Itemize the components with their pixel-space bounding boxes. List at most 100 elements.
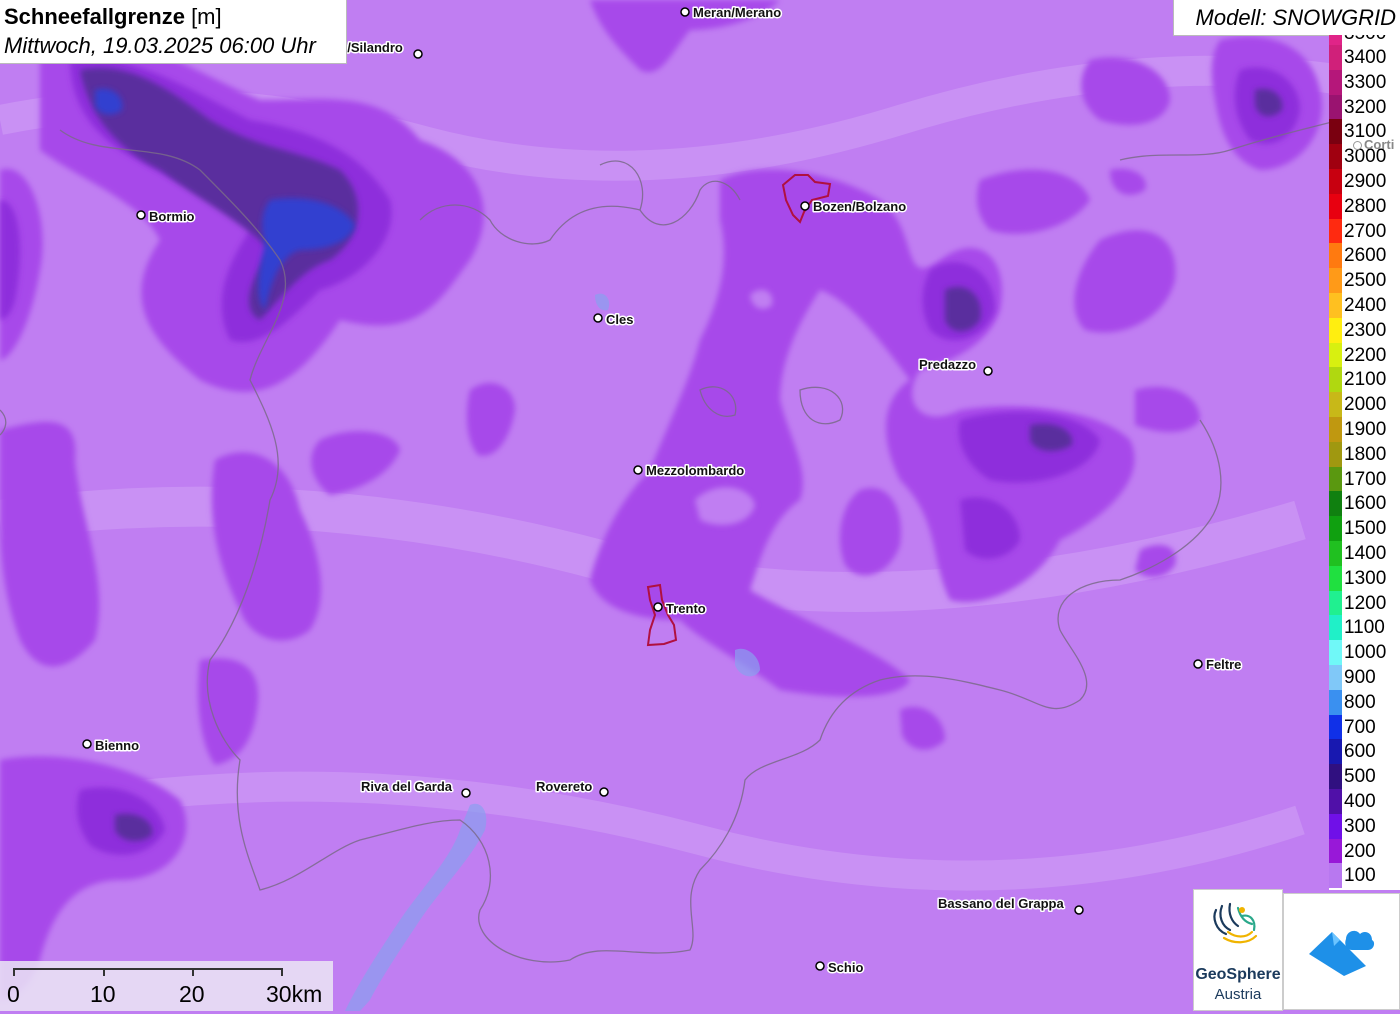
geosphere-logo[interactable]: GeoSphere Austria <box>1193 889 1283 1011</box>
legend-swatch <box>1329 416 1342 442</box>
place-label-mezzolombardo: Mezzolombardo <box>646 463 744 478</box>
legend-row: 2900 <box>1329 168 1400 194</box>
legend-swatch <box>1329 664 1342 690</box>
legend-row: 2600 <box>1329 243 1400 269</box>
title-bold: Schneefallgrenze <box>4 4 185 29</box>
place-label-corti: Corti <box>1364 137 1395 152</box>
legend-label: 500 <box>1344 766 1376 788</box>
legend-row: 1100 <box>1329 615 1400 641</box>
legend-swatch <box>1329 119 1342 145</box>
legend-row: 1000 <box>1329 640 1400 665</box>
legend-swatch <box>1329 268 1342 293</box>
legend-swatch <box>1329 516 1342 541</box>
legend-swatch <box>1329 168 1342 194</box>
legend-label: 600 <box>1344 741 1376 763</box>
legend-label: 1500 <box>1344 518 1387 540</box>
legend-row: 1800 <box>1329 441 1400 467</box>
place-label-bassano: Bassano del Grappa <box>938 896 1064 911</box>
geosphere-text: GeoSphere <box>1195 966 1281 983</box>
legend-label: 3400 <box>1344 47 1387 68</box>
place-label-cles: Cles <box>606 312 633 327</box>
legend-row: 800 <box>1329 689 1400 715</box>
legend-label: 1100 <box>1344 617 1385 639</box>
legend-swatch <box>1329 813 1342 839</box>
legend-label: 200 <box>1344 840 1376 862</box>
legend-row: 500 <box>1329 764 1400 789</box>
legend-label: 2000 <box>1344 394 1387 416</box>
place-label-trento: Trento <box>666 601 706 616</box>
place-label-schio: Schio <box>828 960 863 975</box>
legend-swatch <box>1329 69 1342 95</box>
legend-label: 2200 <box>1344 344 1387 366</box>
title-panel: Schneefallgrenze [m] Mittwoch, 19.03.202… <box>0 0 347 64</box>
legend-row: 2000 <box>1329 392 1400 417</box>
legend-swatch <box>1329 466 1342 492</box>
legend-label: 1900 <box>1344 418 1387 440</box>
legend-row: 1600 <box>1329 491 1400 517</box>
legend-row: 2100 <box>1329 367 1400 393</box>
legend-label: 2900 <box>1344 170 1387 192</box>
place-corti: Corti <box>1353 137 1394 152</box>
scale-line <box>14 968 283 970</box>
legend-row: 200 <box>1329 838 1400 864</box>
legend-row: 1300 <box>1329 565 1400 591</box>
legend-label: 800 <box>1344 691 1376 713</box>
legend-row: 1700 <box>1329 466 1400 492</box>
place-label-bozen: Bozen/Bolzano <box>813 199 906 214</box>
legend-label: 2300 <box>1344 319 1387 341</box>
legend-label: 2100 <box>1344 369 1387 391</box>
legend-label: 3300 <box>1344 71 1387 93</box>
legend-label: 1700 <box>1344 468 1387 490</box>
legend-swatch <box>1329 45 1342 70</box>
legend-swatch <box>1329 292 1342 318</box>
snowfall-limit-map[interactable]: Meran/Merano s/Silandro Bormio Bozen/Bol… <box>0 0 1400 1011</box>
place-label-predazzo: Predazzo <box>919 357 976 372</box>
place-label-rovereto: Rovereto <box>536 779 592 794</box>
legend-swatch <box>1329 640 1342 665</box>
legend-swatch <box>1329 739 1342 765</box>
legend-label: 1300 <box>1344 567 1387 589</box>
color-legend: 3500 34003300320031003000290028002700260… <box>1329 35 1400 890</box>
legend-row: 600 <box>1329 739 1400 765</box>
place-marker <box>1353 141 1362 151</box>
snowgrid-logo[interactable] <box>1283 893 1400 1010</box>
legend-swatch <box>1329 540 1342 566</box>
legend-swatch <box>1329 863 1342 889</box>
mountain-cloud-icon <box>1309 930 1375 976</box>
legend-row: 1900 <box>1329 416 1400 442</box>
legend-row: 100 <box>1329 863 1400 889</box>
legend-label: 300 <box>1344 815 1376 837</box>
scale-tick <box>281 968 283 976</box>
place-label-silandro: s/Silandro <box>340 40 403 55</box>
legend-swatch <box>1329 565 1342 591</box>
legend-row: 2400 <box>1329 292 1400 318</box>
place-meran[interactable]: Meran/Merano <box>680 4 783 22</box>
geosphere-icon <box>1213 902 1258 944</box>
legend-row: 3400 <box>1329 45 1400 70</box>
legend-swatch <box>1329 317 1342 343</box>
place-mezzolombardo[interactable]: Mezzolombardo <box>633 462 746 480</box>
place-label-riva: Riva del Garda <box>361 779 453 794</box>
legend-label: 900 <box>1344 666 1376 688</box>
legend-row: 2500 <box>1329 268 1400 293</box>
legend-label: 700 <box>1344 716 1376 738</box>
legend-label: 3200 <box>1344 96 1387 118</box>
legend-row-top: 3500 <box>1329 35 1400 45</box>
legend-swatch <box>1329 392 1342 417</box>
model-label: Modell: SNOWGRID <box>1195 5 1396 30</box>
scale-bar: 0 10 20 30km <box>0 961 333 1011</box>
legend-row: 3200 <box>1329 94 1400 120</box>
scale-tick <box>192 968 194 976</box>
legend-label: 2700 <box>1344 220 1387 242</box>
scale-label-30km: 30km <box>266 981 323 1007</box>
legend-row: 1200 <box>1329 590 1400 616</box>
legend-swatch <box>1329 218 1342 244</box>
legend-swatch <box>1329 615 1342 641</box>
legend-swatch <box>1329 94 1342 120</box>
place-bozen[interactable]: Bozen/Bolzano <box>800 198 908 216</box>
legend-row: 300 <box>1329 813 1400 839</box>
legend-row: 2200 <box>1329 342 1400 368</box>
map-date: Mittwoch, 19.03.2025 06:00 Uhr <box>4 33 316 58</box>
legend-label: 3500 <box>1344 35 1386 45</box>
legend-swatch <box>1329 441 1342 467</box>
